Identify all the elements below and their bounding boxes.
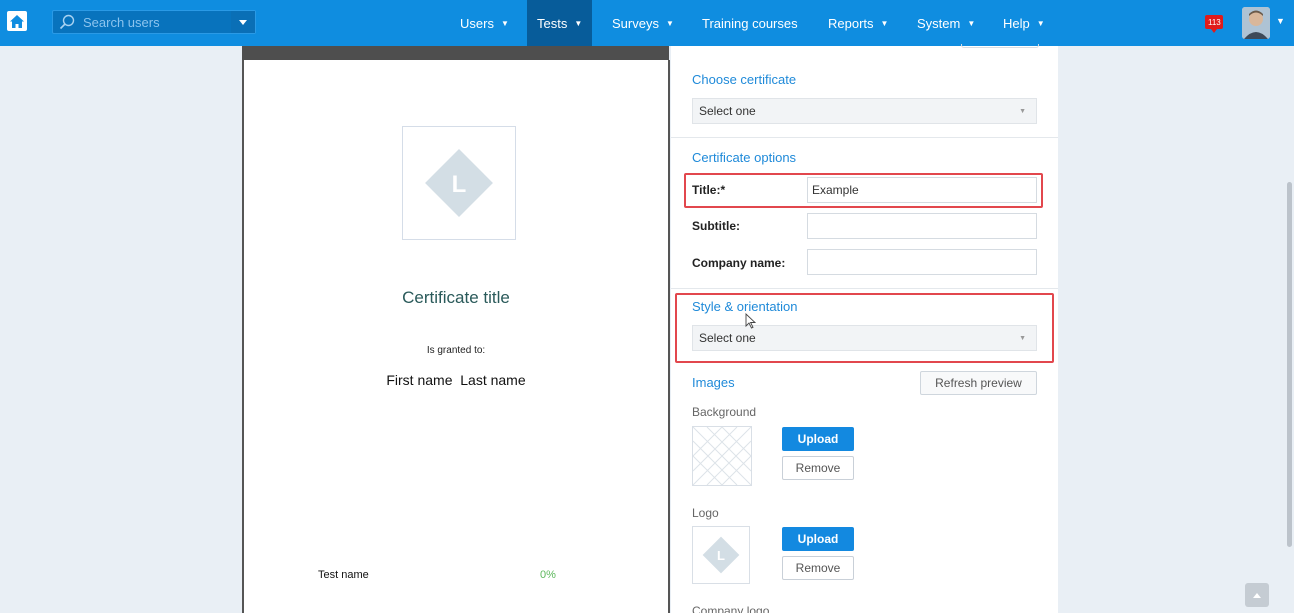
search-icon <box>59 14 75 30</box>
company-logo-label: Company logo <box>692 604 770 613</box>
preview-frame-top <box>242 46 669 60</box>
background-label: Background <box>692 405 757 419</box>
nav-item-training-courses[interactable]: Training courses <box>692 0 808 46</box>
nav-item-tests[interactable]: Tests ▼ <box>527 0 593 46</box>
logo-diamond-icon: L <box>425 149 493 217</box>
style-orientation-select[interactable]: Select one ▼ <box>692 325 1037 351</box>
chevron-down-icon: ▼ <box>967 18 976 28</box>
panel-top-button-edge <box>961 44 1039 48</box>
certificate-settings-panel: Choose certificate Select one ▼ Certific… <box>671 44 1058 613</box>
nav-item-label: Training courses <box>702 15 798 31</box>
mouse-cursor-icon <box>745 313 757 329</box>
search-box[interactable]: Search users <box>52 10 256 34</box>
granted-to-text: Is granted to: <box>426 345 486 356</box>
company-name-label: Company name: <box>692 256 786 270</box>
page-scrollbar[interactable] <box>1287 182 1292 547</box>
logo-letter: L <box>717 548 725 563</box>
chevron-down-icon: ▼ <box>1019 108 1026 115</box>
background-upload-button[interactable]: Upload <box>782 427 854 451</box>
background-thumbnail <box>692 426 752 486</box>
nav-item-label: Surveys <box>612 15 659 31</box>
logo-letter: L <box>452 171 467 198</box>
search-input[interactable]: Search users <box>83 15 160 30</box>
home-icon <box>10 14 24 28</box>
chevron-down-icon: ▼ <box>500 18 509 28</box>
chevron-down-icon: ▼ <box>880 18 889 28</box>
scroll-to-top-button[interactable] <box>1245 583 1269 607</box>
choose-certificate-heading: Choose certificate <box>692 72 797 87</box>
nav-item-users[interactable]: Users ▼ <box>450 0 519 46</box>
refresh-preview-button[interactable]: Refresh preview <box>920 371 1037 395</box>
avatar-image <box>1242 7 1270 39</box>
logo-upload-button[interactable]: Upload <box>782 527 854 551</box>
title-input[interactable]: Example <box>807 177 1037 203</box>
images-heading: Images <box>692 375 735 390</box>
logo-diamond-icon: L <box>702 536 740 574</box>
score-value: 0% <box>540 569 556 581</box>
certificate-options-heading: Certificate options <box>692 150 797 165</box>
chevron-down-icon: ▼ <box>1036 18 1045 28</box>
caret-down-icon <box>239 19 247 25</box>
select-value: Select one <box>699 331 756 345</box>
chevron-up-icon <box>1253 592 1261 598</box>
company-name-input[interactable] <box>807 249 1037 275</box>
style-orientation-heading: Style & orientation <box>692 299 798 314</box>
test-name-label: Test name <box>318 569 369 581</box>
subtitle-input[interactable] <box>807 213 1037 239</box>
image-placeholder-icon <box>692 426 752 486</box>
select-value: Select one <box>699 104 756 118</box>
logo-thumbnail: L <box>692 526 750 584</box>
background-remove-button[interactable]: Remove <box>782 456 854 480</box>
nav-item-label: Tests <box>537 15 568 31</box>
certificate-logo: L <box>402 126 516 240</box>
search-filter-dropdown[interactable] <box>231 11 255 33</box>
nav-item-label: Users <box>460 15 494 31</box>
user-menu-caret-icon[interactable]: ▼ <box>1276 16 1285 26</box>
home-button[interactable] <box>7 11 27 31</box>
choose-certificate-select[interactable]: Select one ▼ <box>692 98 1037 124</box>
nav-item-label: System <box>917 15 961 31</box>
top-navbar: Search users Users ▼ Tests ▼ Surveys ▼ Trai… <box>0 0 1294 46</box>
chevron-down-icon: ▼ <box>574 18 583 28</box>
nav-item-help[interactable]: Help ▼ <box>993 0 1055 46</box>
divider <box>671 288 1058 289</box>
logo-label: Logo <box>692 506 719 520</box>
nav-item-surveys[interactable]: Surveys ▼ <box>602 0 684 46</box>
notifications-button[interactable]: 113 <box>1203 12 1225 34</box>
recipient-name: First name Last name <box>386 372 526 388</box>
certificate-title: Certificate title <box>402 288 510 307</box>
subtitle-label: Subtitle: <box>692 219 740 233</box>
chevron-down-icon: ▼ <box>665 18 674 28</box>
nav-item-label: Help <box>1003 15 1030 31</box>
nav-item-label: Reports <box>828 15 874 31</box>
user-avatar[interactable] <box>1242 7 1270 39</box>
divider <box>671 137 1058 138</box>
title-label: Title:* <box>692 183 726 197</box>
certificate-preview: L Certificate title Is granted to: First… <box>242 60 670 613</box>
nav-item-system[interactable]: System ▼ <box>907 0 985 46</box>
logo-remove-button[interactable]: Remove <box>782 556 854 580</box>
nav-item-reports[interactable]: Reports ▼ <box>818 0 898 46</box>
notification-count-badge: 113 <box>1208 18 1221 27</box>
chevron-down-icon: ▼ <box>1019 335 1026 342</box>
